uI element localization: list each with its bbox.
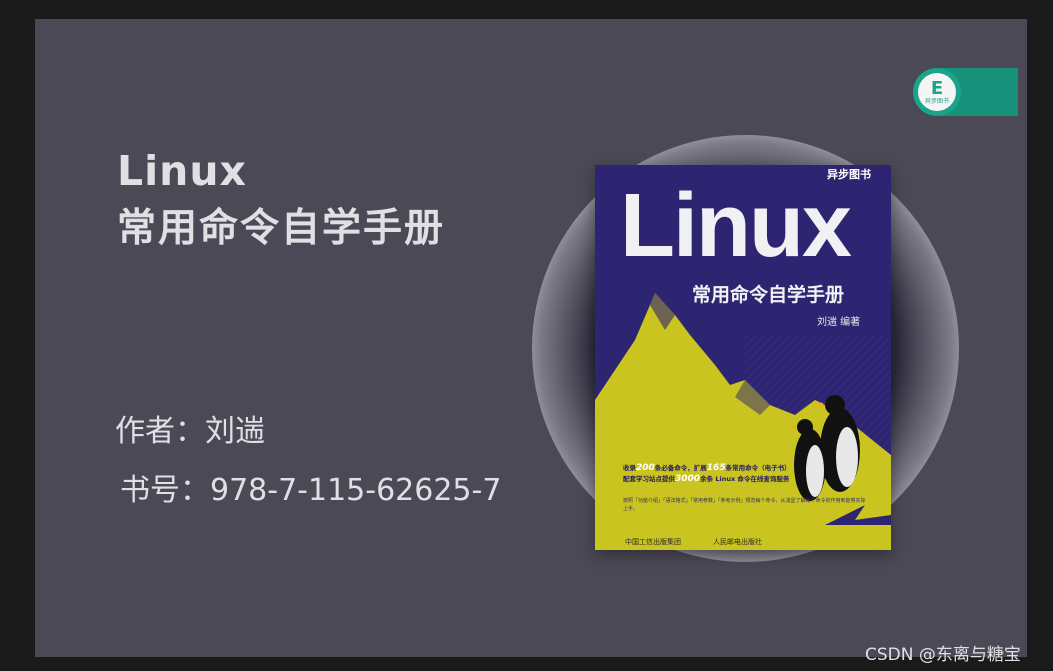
isbn-text: 书号：978-7-115-62625-7 [120,473,502,508]
brand-logo-icon: E 异步图书 [913,68,961,116]
cover-subtitle: 常用命令自学手册 [692,284,845,306]
slide: Linux 常用命令自学手册 作者：刘遄 书号：978-7-115-62625-… [35,19,1027,657]
slide-title-line1: Linux [117,147,248,195]
cover-publisher-left: 中国工信出版集团 [625,538,681,546]
watermark-text: CSDN @东离与糖宝 [865,645,1021,665]
cover-title: Linux [620,176,852,276]
brand-logo: E 异步图书 [913,68,1018,116]
book-cover: 异步图书 Linux 常用命令自学手册 刘遄 编著 收录200条必备命令，扩展1… [595,165,891,550]
slide-title-line2: 常用命令自学手册 [117,206,446,251]
cover-publisher-right: 人民邮电出版社 [713,538,762,546]
cover-blurb: 收录200条必备命令，扩展165条常用命令（电子书） 配套学习站点提供3000余… [623,463,791,484]
cover-author: 刘遄 编著 [817,317,861,328]
author-text: 作者：刘遄 [115,414,265,449]
cover-tags: 按照「功能介绍」「语法格式」「常用参数」「参考示例」规范每个命令，从浅显了解每个… [623,498,866,512]
